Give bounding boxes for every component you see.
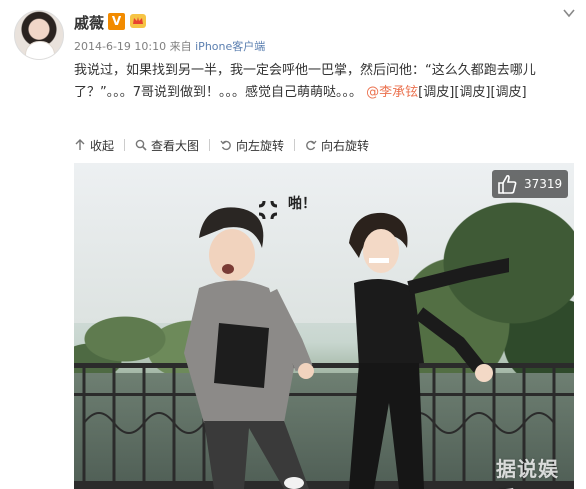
like-count: 37319: [524, 177, 563, 191]
magnifier-icon: [135, 139, 147, 151]
rotate-left-icon: [220, 140, 231, 151]
avatar[interactable]: [14, 10, 64, 60]
collapse-button[interactable]: 收起: [74, 137, 114, 154]
photo-caption: 啪！: [288, 196, 316, 212]
rotate-right-label: 向右旋转: [321, 138, 370, 153]
mention-link[interactable]: @李承铉: [366, 85, 418, 100]
post-meta: 2014-6-19 10:10 来自 iPhone客户端: [74, 38, 265, 54]
view-large-button[interactable]: 查看大图: [135, 137, 199, 154]
rotate-right-button[interactable]: 向右旋转: [305, 137, 369, 154]
photo-person-man: [184, 207, 314, 489]
username[interactable]: 戚薇: [74, 12, 104, 33]
collapse-label: 收起: [90, 138, 115, 153]
emoticons: [调皮][调皮][调皮]: [418, 85, 527, 100]
post-timestamp[interactable]: 2014-6-19 10:10: [74, 40, 166, 53]
rotate-left-label: 向左旋转: [236, 138, 285, 153]
rotate-left-button[interactable]: 向左旋转: [220, 137, 284, 154]
weibo-post-card: 戚薇 V 2014-6-19 10:10 来自 iPhone客户端 我说过，如果…: [0, 0, 586, 489]
like-counter[interactable]: 37319: [492, 170, 568, 198]
watermark-text: 据说娱乐: [496, 457, 559, 489]
verified-badge: V: [108, 13, 125, 30]
divider: [294, 139, 296, 151]
post-text: 我说过，如果找到另一半，我一定会呼他一巴掌，然后问他：“这么久都跑去哪儿了？”。…: [74, 60, 579, 104]
source-prefix: 来自: [169, 40, 192, 53]
thumb-up-icon: [498, 174, 517, 194]
anger-symbol-icon: [258, 200, 278, 220]
divider: [209, 139, 211, 151]
post-photo[interactable]: 37319 啪！ 据说娱乐: [74, 163, 574, 489]
view-large-label: 查看大图: [151, 138, 200, 153]
arrow-up-icon: [75, 139, 85, 150]
rotate-right-icon: [306, 140, 317, 151]
crown-icon: [130, 14, 146, 28]
chevron-down-icon[interactable]: [563, 8, 575, 18]
photo-person-woman: [349, 212, 509, 489]
post-source[interactable]: iPhone客户端: [195, 40, 265, 53]
divider: [124, 139, 126, 151]
image-toolbar: 收起 查看大图 向左旋转 向右旋转: [74, 134, 369, 156]
